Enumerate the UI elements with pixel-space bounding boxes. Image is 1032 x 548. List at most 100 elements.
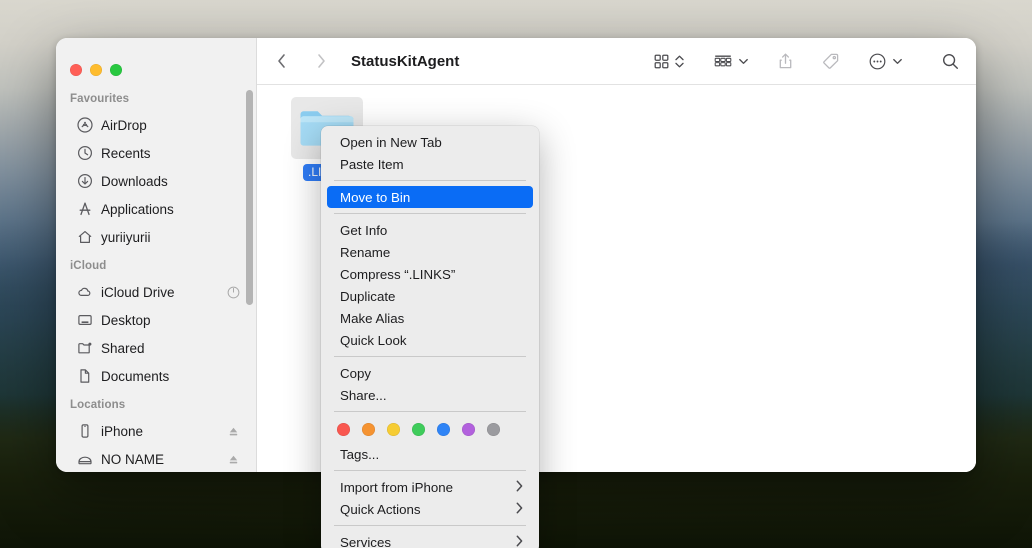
menu-item-copy[interactable]: Copy (327, 362, 533, 384)
sidebar-group-locations: Locations iPhone NO NAME (56, 399, 256, 472)
sidebar-item-icloud-drive[interactable]: iCloud Drive (64, 278, 248, 306)
menu-item-label: Quick Actions (340, 501, 421, 517)
iphone-icon (76, 423, 93, 440)
search-icon[interactable] (941, 52, 960, 71)
menu-item-compress[interactable]: Compress “.LINKS” (327, 263, 533, 285)
tag-swatch-purple[interactable] (462, 423, 475, 436)
tag-swatch-gray[interactable] (487, 423, 500, 436)
menu-separator (334, 525, 526, 526)
sidebar-item-label: Recents (101, 145, 151, 161)
sidebar-item-iphone[interactable]: iPhone (64, 417, 248, 445)
sidebar-item-label: Applications (101, 201, 174, 217)
sidebar-item-no-name[interactable]: NO NAME (64, 445, 248, 472)
desktop-wallpaper: Favourites AirDrop Recents Downloads App… (0, 0, 1032, 548)
menu-item-open-in-new-tab[interactable]: Open in New Tab (327, 131, 533, 153)
menu-item-label: Move to Bin (340, 189, 411, 205)
sidebar-item-shared[interactable]: Shared (64, 334, 248, 362)
shared-folder-icon (76, 340, 93, 357)
zoom-button[interactable] (110, 63, 122, 76)
menu-item-label: Open in New Tab (340, 134, 442, 150)
menu-item-label: Services (340, 534, 391, 548)
airdrop-icon (76, 117, 93, 134)
menu-item-paste-item[interactable]: Paste Item (327, 153, 533, 175)
sidebar-item-label: Desktop (101, 312, 151, 328)
finder-toolbar: StatusKitAgent (257, 38, 976, 84)
menu-item-label: Make Alias (340, 310, 405, 326)
menu-item-label: Paste Item (340, 156, 404, 172)
minimize-button[interactable] (90, 63, 102, 76)
sidebar-item-label: AirDrop (101, 117, 147, 133)
sidebar-item-label: NO NAME (101, 451, 165, 467)
menu-separator (334, 356, 526, 357)
eject-icon[interactable] (226, 452, 240, 466)
sidebar-item-label: yuriiyurii (101, 229, 151, 245)
sidebar-item-applications[interactable]: Applications (64, 195, 248, 223)
sidebar-item-documents[interactable]: Documents (64, 362, 248, 390)
sidebar-item-label: Downloads (101, 173, 168, 189)
menu-item-label: Copy (340, 365, 372, 381)
menu-separator (334, 470, 526, 471)
menu-item-get-info[interactable]: Get Info (327, 219, 533, 241)
view-list-icon[interactable] (713, 53, 733, 70)
context-menu: Open in New Tab Paste Item Move to Bin G… (321, 126, 539, 548)
group-grid-icon[interactable] (653, 53, 670, 70)
menu-item-share[interactable]: Share... (327, 384, 533, 406)
chevron-right-icon (516, 480, 523, 494)
tag-swatch-green[interactable] (412, 423, 425, 436)
sidebar-item-label: iPhone (101, 423, 144, 439)
sidebar-group-title: iCloud (70, 260, 107, 272)
chevron-down-icon[interactable] (892, 53, 903, 70)
drive-icon (76, 451, 93, 468)
tag-icon[interactable] (822, 52, 840, 70)
menu-item-tags[interactable]: Tags... (327, 443, 533, 465)
chevron-up-down-icon[interactable] (674, 53, 685, 70)
desktop-icon (76, 312, 93, 329)
menu-item-import-from-iphone[interactable]: Import from iPhone (327, 476, 533, 498)
menu-separator (334, 180, 526, 181)
tag-swatch-blue[interactable] (437, 423, 450, 436)
sidebar-item-airdrop[interactable]: AirDrop (64, 111, 248, 139)
tag-swatch-yellow[interactable] (387, 423, 400, 436)
menu-item-label: Import from iPhone (340, 479, 454, 495)
menu-item-rename[interactable]: Rename (327, 241, 533, 263)
menu-item-label: Tags... (340, 446, 380, 462)
sidebar-scrollbar[interactable] (246, 90, 253, 305)
share-icon[interactable] (777, 52, 794, 70)
menu-item-quick-look[interactable]: Quick Look (327, 329, 533, 351)
sidebar-group-title: Favourites (70, 93, 130, 105)
cloud-icon (76, 284, 93, 301)
sidebar-group-icloud: iCloud iCloud Drive Desktop Shared Docum… (56, 260, 256, 390)
menu-item-label: Compress “.LINKS” (340, 266, 456, 282)
menu-item-move-to-bin[interactable]: Move to Bin (327, 186, 533, 208)
sidebar-group-title: Locations (70, 399, 126, 411)
window-traffic-lights (56, 38, 256, 84)
menu-item-label: Rename (340, 244, 391, 260)
chevron-down-icon[interactable] (738, 53, 749, 70)
sidebar-item-home[interactable]: yuriiyurii (64, 223, 248, 251)
sidebar-item-downloads[interactable]: Downloads (64, 167, 248, 195)
forward-button[interactable] (311, 50, 331, 72)
menu-item-make-alias[interactable]: Make Alias (327, 307, 533, 329)
tag-color-swatches (321, 417, 539, 443)
tag-swatch-red[interactable] (337, 423, 350, 436)
chevron-right-icon (516, 502, 523, 516)
menu-separator (334, 213, 526, 214)
menu-item-label: Share... (340, 387, 387, 403)
tag-swatch-orange[interactable] (362, 423, 375, 436)
menu-item-quick-actions[interactable]: Quick Actions (327, 498, 533, 520)
back-button[interactable] (271, 50, 291, 72)
close-button[interactable] (70, 63, 82, 76)
sidebar-scroll-area: Favourites AirDrop Recents Downloads App… (56, 84, 256, 472)
progress-icon (226, 285, 240, 299)
menu-item-services[interactable]: Services (327, 531, 533, 548)
more-icon[interactable] (868, 52, 887, 71)
sidebar-item-recents[interactable]: Recents (64, 139, 248, 167)
sidebar-item-desktop[interactable]: Desktop (64, 306, 248, 334)
eject-icon[interactable] (226, 424, 240, 438)
sidebar-item-label: Shared (101, 340, 145, 356)
menu-item-duplicate[interactable]: Duplicate (327, 285, 533, 307)
toolbar-actions (653, 52, 960, 71)
menu-separator (334, 411, 526, 412)
chevron-right-icon (516, 535, 523, 548)
menu-item-label: Duplicate (340, 288, 396, 304)
